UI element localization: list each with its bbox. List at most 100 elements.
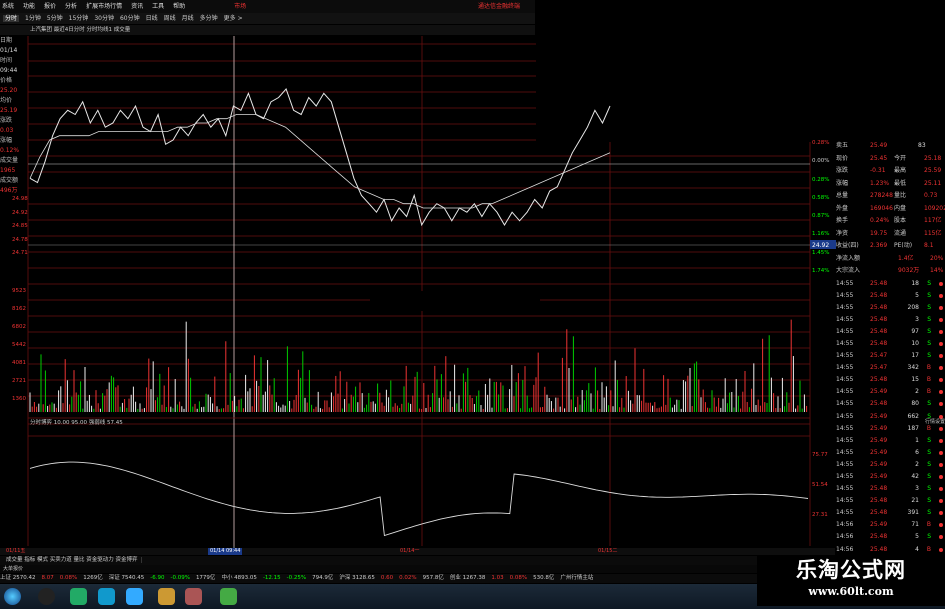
- trade-dot: [939, 281, 943, 286]
- trade-dot: [939, 438, 943, 443]
- trade-price: 25.49: [870, 388, 888, 396]
- app3-icon[interactable]: [185, 588, 202, 605]
- trade-time: 14:55: [836, 291, 854, 299]
- menu-item[interactable]: 分析: [65, 3, 77, 10]
- axis-tick: 75.77: [812, 452, 828, 458]
- trade-time: 14:55: [836, 364, 854, 372]
- period-tab[interactable]: 60分钟: [120, 15, 140, 22]
- trade-volume: 6: [915, 448, 919, 456]
- axis-tick: 9523: [12, 288, 26, 294]
- menu-tab-market[interactable]: 市场: [234, 3, 246, 10]
- period-tab[interactable]: 更多 >: [224, 15, 243, 22]
- period-tab[interactable]: 多分钟: [200, 15, 218, 22]
- ticker-item: -12.15: [262, 575, 281, 581]
- trade-row: 14:56 25.48 5 S: [836, 531, 945, 543]
- flow-pct: 20%: [930, 254, 944, 262]
- current-price-label: 24.92: [812, 242, 829, 249]
- trade-row: 14:55 25.48 21 S: [836, 495, 945, 507]
- quote-label: 总量: [836, 192, 849, 199]
- trade-volume: 1: [915, 436, 919, 444]
- ticker-item: 1269亿: [83, 575, 103, 581]
- player-icon[interactable]: [126, 588, 143, 605]
- trade-time: 14:55: [836, 376, 854, 384]
- trade-row: 14:56 25.48 4 B: [836, 544, 945, 556]
- start-icon[interactable]: [4, 588, 21, 605]
- quote-label: 现价: [836, 154, 849, 162]
- quote-label: PE(动): [894, 242, 913, 249]
- trade-price: 25.47: [870, 352, 888, 360]
- trade-price: 25.49: [870, 460, 888, 468]
- trade-row: 14:55 25.49 2 S: [836, 459, 945, 471]
- trade-price: 25.48: [870, 533, 888, 541]
- app-icon[interactable]: [98, 588, 115, 605]
- trade-price: 25.49: [870, 448, 888, 456]
- trade-price: 25.48: [870, 291, 888, 299]
- trade-dot: [939, 366, 943, 371]
- period-tab[interactable]: 5分钟: [47, 15, 63, 22]
- trade-price: 25.49: [870, 521, 888, 529]
- axis-tick: 8162: [12, 306, 26, 312]
- axis-tick: 0.87%: [812, 213, 830, 220]
- trade-dot: [939, 354, 943, 359]
- blank-region: [370, 291, 540, 311]
- trade-side: B: [926, 364, 931, 372]
- trade-dot: [939, 390, 943, 395]
- menu-item[interactable]: 系统: [2, 3, 14, 10]
- trade-time: 14:56: [836, 545, 854, 553]
- trade-price: 25.49: [870, 436, 888, 444]
- trade-side: S: [927, 279, 931, 287]
- ticker-item: 0.60: [380, 575, 394, 581]
- browser-icon[interactable]: [70, 588, 87, 605]
- period-tab[interactable]: 分时: [3, 15, 20, 22]
- trade-price: 25.47: [870, 364, 888, 372]
- period-tab[interactable]: 30分钟: [94, 15, 114, 22]
- chart-toolbar-label: 上汽集团 最近4日分时 分时均线1 成交量: [30, 27, 131, 33]
- quote-row: 涨跌 -0.31 最高 25.59: [836, 165, 945, 178]
- quote-row: 收益(四) 2.369 PE(动) 8.1: [836, 240, 945, 253]
- period-tab[interactable]: 月线: [182, 15, 194, 22]
- ticker-item: 957.8亿: [422, 575, 444, 581]
- trade-row: 14:55 25.49 6 S: [836, 447, 945, 459]
- trade-dot: [939, 378, 943, 383]
- period-tab[interactable]: 周线: [164, 15, 176, 22]
- trade-price: 25.48: [870, 327, 888, 335]
- menu-items: 系统 功能 报价 分析 扩展市场行情 资讯 工具 帮助 市场: [2, 0, 255, 13]
- app4-icon[interactable]: [220, 588, 237, 605]
- trade-row: 14:55 25.49 1 S: [836, 435, 945, 447]
- settings-link[interactable]: 行情设置: [836, 418, 945, 425]
- app2-icon[interactable]: [158, 588, 175, 605]
- trade-dot: [939, 523, 943, 528]
- period-tab[interactable]: 日线: [146, 15, 158, 22]
- trade-time: 14:56: [836, 521, 854, 529]
- menu-item[interactable]: 资讯: [131, 3, 143, 10]
- ticker-item: -0.25%: [286, 575, 307, 581]
- trade-volume: 2: [915, 388, 919, 396]
- menu-item[interactable]: 报价: [44, 3, 56, 10]
- menu-item[interactable]: 工具: [152, 3, 164, 10]
- trade-row: 14:55 25.48 3 S: [836, 483, 945, 495]
- menu-item[interactable]: 帮助: [173, 3, 185, 10]
- x-axis-label: 01/11五: [6, 548, 26, 554]
- ticker-item: 1779亿: [195, 575, 216, 581]
- bottom-tabs-3: 大单报价: [0, 565, 835, 573]
- trade-volume: 21: [911, 497, 919, 505]
- trade-price: 25.48: [870, 545, 888, 553]
- trade-dot: [939, 426, 943, 431]
- intraday-chart[interactable]: 24.92: [0, 36, 836, 548]
- trade-side: S: [927, 460, 931, 468]
- trade-side: S: [927, 400, 931, 408]
- bottom-tabs-1[interactable]: 成交量 指标 模式 买卖力道 量比 资金驱动力 资金博弈: [3, 557, 142, 563]
- trade-time: 14:55: [836, 315, 854, 323]
- axis-tick: 24.71: [12, 250, 28, 256]
- trade-list: 14:55 25.48 18 S 14:55 25.48 5 S 14:55 25.48 208 S 1…: [836, 278, 945, 580]
- period-tab[interactable]: 15分钟: [69, 15, 89, 22]
- axis-tick: 0.28%: [812, 140, 830, 146]
- flow-value: 9032万: [898, 267, 920, 274]
- period-tab[interactable]: 1分钟: [25, 15, 41, 22]
- quote-label: 涨跌: [836, 167, 849, 174]
- menu-item[interactable]: 扩展市场行情: [86, 3, 122, 10]
- trade-price: 25.48: [870, 303, 888, 311]
- menu-item[interactable]: 功能: [23, 3, 35, 10]
- qq-icon[interactable]: [38, 588, 55, 605]
- flow-label: 净流入额: [836, 254, 861, 262]
